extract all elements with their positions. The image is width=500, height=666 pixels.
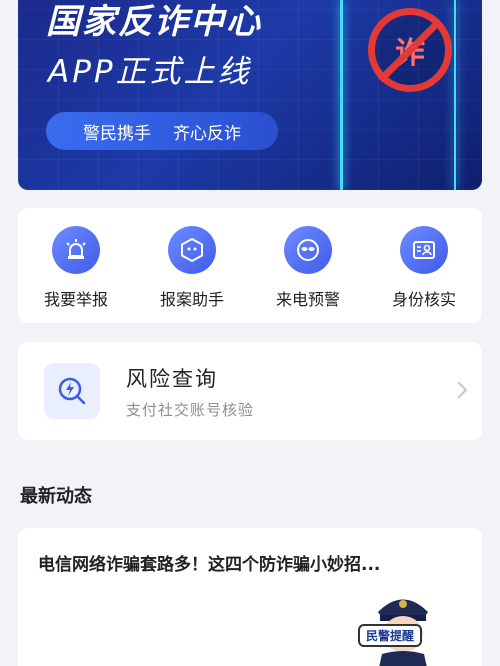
id-card-icon bbox=[400, 226, 448, 274]
police-reminder-stamp: 民警提醒 bbox=[358, 624, 423, 647]
quick-actions: 我要举报 报案助手 来电预警 身份核实 bbox=[18, 208, 482, 323]
chevron-right-icon bbox=[456, 380, 468, 404]
action-case-helper[interactable]: 报案助手 bbox=[142, 226, 242, 310]
banner[interactable]: 国家反诈中心 APP正式上线 警民携手 齐心反诈 诈 bbox=[18, 0, 482, 190]
slogan-left: 警民携手 bbox=[83, 123, 151, 144]
mask-icon bbox=[284, 226, 332, 274]
action-report[interactable]: 我要举报 bbox=[26, 226, 126, 310]
action-label: 来电预警 bbox=[275, 290, 340, 309]
news-title: 电信网络诈骗套路多！这四个防诈骗小妙招... bbox=[38, 555, 381, 575]
banner-glow-line bbox=[340, 0, 343, 190]
slogan-right: 齐心反诈 bbox=[173, 123, 241, 144]
action-label: 报案助手 bbox=[159, 290, 224, 309]
section-title: 最新动态 bbox=[20, 486, 92, 507]
search-lightning-icon bbox=[44, 363, 100, 419]
alarm-icon bbox=[52, 226, 100, 274]
banner-subtitle: APP正式上线 bbox=[48, 54, 252, 90]
action-id-verify[interactable]: 身份核实 bbox=[374, 226, 474, 310]
action-label: 身份核实 bbox=[391, 290, 456, 309]
action-call-warning[interactable]: 来电预警 bbox=[258, 226, 358, 310]
risk-title: 风险查询 bbox=[126, 366, 218, 391]
hexagon-face-icon bbox=[168, 226, 216, 274]
banner-slogan: 警民携手 齐心反诈 bbox=[46, 112, 278, 150]
no-fraud-text: 诈 bbox=[395, 36, 425, 71]
banner-glow-line bbox=[454, 0, 456, 190]
news-card[interactable]: 电信网络诈骗套路多！这四个防诈骗小妙招... 民警提醒 bbox=[18, 528, 482, 666]
risk-subtitle: 支付社交账号核验 bbox=[126, 400, 255, 419]
no-fraud-icon: 诈 bbox=[368, 8, 452, 92]
risk-query-card[interactable]: 风险查询 支付社交账号核验 bbox=[18, 342, 482, 440]
banner-title: 国家反诈中心 bbox=[46, 2, 262, 42]
risk-texts: 风险查询 支付社交账号核验 bbox=[126, 363, 254, 420]
action-label: 我要举报 bbox=[43, 290, 108, 309]
